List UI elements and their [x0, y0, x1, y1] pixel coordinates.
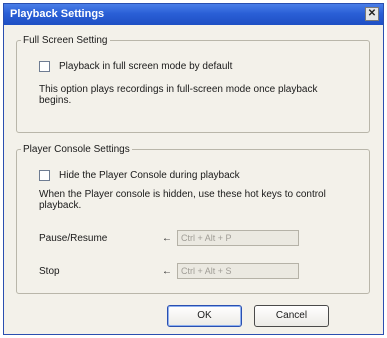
- hide-console-checkbox[interactable]: [39, 170, 50, 181]
- dialog-title: Playback Settings: [10, 8, 105, 20]
- ok-button[interactable]: OK: [167, 305, 242, 327]
- full-screen-checkbox-row[interactable]: Playback in full screen mode by default: [39, 61, 232, 72]
- pause-resume-hotkey-field[interactable]: Ctrl + Alt + P: [177, 230, 299, 246]
- hide-console-checkbox-row[interactable]: Hide the Player Console during playback: [39, 170, 240, 181]
- playback-settings-dialog: Playback Settings ✕ Full Screen Setting …: [3, 3, 384, 335]
- player-console-settings-legend: Player Console Settings: [23, 144, 130, 155]
- stop-label: Stop: [39, 266, 60, 277]
- full-screen-setting-legend: Full Screen Setting: [23, 35, 108, 46]
- stop-hotkey-field[interactable]: Ctrl + Alt + S: [177, 263, 299, 279]
- full-screen-checkbox[interactable]: [39, 61, 50, 72]
- hide-console-checkbox-label: Hide the Player Console during playback: [59, 170, 240, 182]
- player-console-description: When the Player console is hidden, use t…: [39, 189, 326, 211]
- close-button[interactable]: ✕: [365, 7, 379, 21]
- full-screen-checkbox-label: Playback in full screen mode by default: [59, 61, 233, 73]
- title-bar[interactable]: Playback Settings ✕: [4, 4, 383, 25]
- arrow-left-icon: ←: [162, 233, 172, 244]
- player-console-settings-group: Player Console Settings Hide the Player …: [16, 144, 370, 294]
- close-icon: ✕: [367, 8, 377, 19]
- pause-resume-label: Pause/Resume: [39, 233, 108, 244]
- arrow-left-icon: ←: [162, 266, 172, 277]
- full-screen-description: This option plays recordings in full-scr…: [39, 84, 318, 106]
- full-screen-setting-group: Full Screen Setting Playback in full scr…: [16, 35, 370, 133]
- cancel-button[interactable]: Cancel: [254, 305, 329, 327]
